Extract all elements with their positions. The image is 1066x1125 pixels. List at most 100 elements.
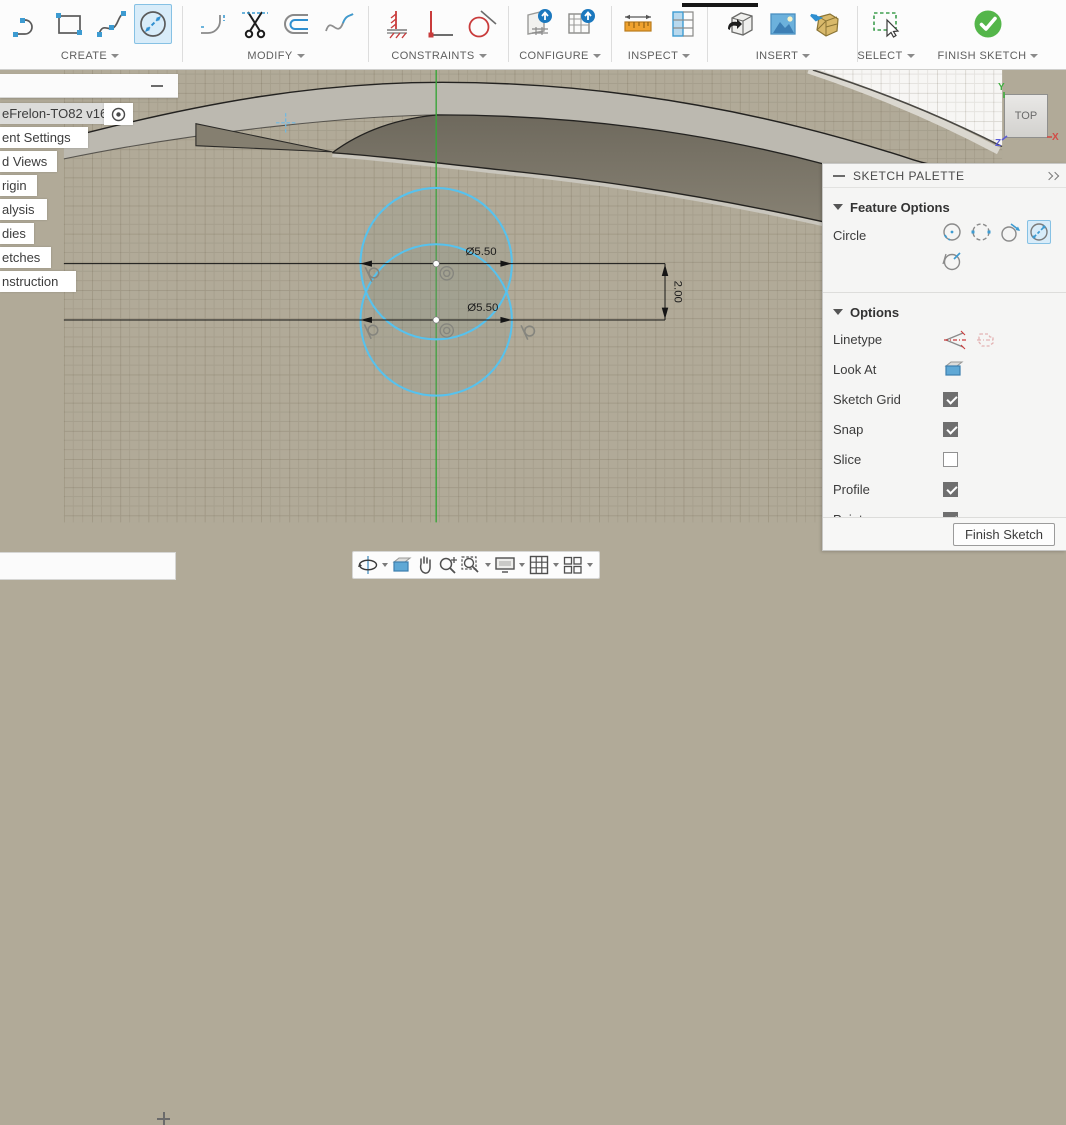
section-analysis-button[interactable] bbox=[661, 4, 699, 44]
dock-chevrons-icon[interactable] bbox=[1046, 172, 1060, 181]
zoom-button[interactable] bbox=[437, 553, 459, 577]
sketch-grid-checkbox[interactable] bbox=[943, 392, 958, 407]
look-at-button[interactable] bbox=[943, 359, 965, 384]
constraints-menu[interactable]: CONSTRAINTS bbox=[372, 48, 506, 64]
toolbar-group-inspect: INSPECT bbox=[613, 0, 705, 70]
finish-sketch-button[interactable]: Finish Sketch bbox=[953, 523, 1055, 546]
pan-hand-icon bbox=[414, 554, 436, 576]
trim-button[interactable] bbox=[236, 4, 274, 44]
fillet-button[interactable] bbox=[194, 4, 232, 44]
sidebar-item-named-views[interactable]: d Views bbox=[0, 151, 57, 172]
three-tangent-circle-button[interactable] bbox=[940, 249, 964, 273]
toolbar-group-select: SELECT bbox=[858, 0, 914, 70]
sidebar-item-document-settings[interactable]: ent Settings bbox=[0, 127, 88, 148]
offset-button[interactable] bbox=[278, 4, 316, 44]
chevron-down-icon[interactable] bbox=[485, 563, 491, 567]
center-diameter-circle-button[interactable] bbox=[940, 220, 964, 244]
finish-sketch-menu[interactable]: FINISH SKETCH bbox=[922, 48, 1054, 64]
chevron-down-icon[interactable] bbox=[382, 563, 388, 567]
zoom-window-button[interactable] bbox=[460, 553, 482, 577]
panel-title: SKETCH PALETTE bbox=[853, 169, 964, 183]
inspect-menu[interactable]: INSPECT bbox=[613, 48, 705, 64]
tangent-constraint-button[interactable] bbox=[462, 4, 500, 44]
dimension-label-circle2[interactable]: Ø5.50 bbox=[467, 302, 498, 314]
sidebar-item-construction[interactable]: nstruction bbox=[0, 271, 76, 292]
grid-settings-button[interactable] bbox=[528, 553, 550, 577]
centerline-linetype-icon bbox=[974, 329, 998, 351]
centerline-linetype-button[interactable] bbox=[974, 329, 998, 356]
measure-button[interactable] bbox=[619, 4, 657, 44]
sidebar-item-analysis[interactable]: alysis bbox=[0, 199, 47, 220]
activate-component-box[interactable] bbox=[104, 103, 133, 125]
look-at-row: Look At bbox=[823, 355, 1066, 385]
navigation-toolbar bbox=[352, 551, 600, 579]
toolbar-separator bbox=[182, 6, 183, 62]
look-at-icon bbox=[943, 359, 965, 379]
options-section-header[interactable]: Options bbox=[823, 299, 1066, 325]
spline-edit-button[interactable] bbox=[320, 4, 358, 44]
zoom-icon bbox=[437, 554, 459, 576]
profile-checkbox[interactable] bbox=[943, 482, 958, 497]
fixed-constraint-icon bbox=[380, 7, 414, 41]
line-tool-button[interactable] bbox=[8, 4, 46, 44]
configuration-table-button[interactable] bbox=[562, 4, 600, 44]
center-point-bottom[interactable] bbox=[433, 317, 439, 323]
viewports-button[interactable] bbox=[562, 553, 584, 577]
chevron-down-icon[interactable] bbox=[553, 563, 559, 567]
insert-menu[interactable]: INSERT bbox=[710, 48, 856, 64]
dimension-label-circle1[interactable]: Ø5.50 bbox=[465, 246, 496, 258]
chevron-down-icon bbox=[111, 54, 119, 58]
insert-derive-button[interactable] bbox=[722, 4, 760, 44]
sidebar-item-bodies[interactable]: dies bbox=[0, 223, 34, 244]
configure-menu[interactable]: CONFIGURE bbox=[511, 48, 609, 64]
chevron-down-icon[interactable] bbox=[519, 563, 525, 567]
toolbar-separator bbox=[611, 6, 612, 62]
select-button[interactable] bbox=[867, 4, 905, 44]
two-tangent-circle-button[interactable] bbox=[1027, 220, 1051, 244]
collapse-minus-icon[interactable] bbox=[833, 175, 845, 177]
orbit-button[interactable] bbox=[357, 553, 379, 577]
sidebar-item-origin[interactable]: rigin bbox=[0, 175, 37, 196]
configuration-button[interactable] bbox=[520, 4, 558, 44]
collapse-minus-icon[interactable] bbox=[151, 85, 163, 87]
canvas-image-button[interactable] bbox=[764, 4, 802, 44]
timeline-bar[interactable] bbox=[0, 552, 176, 580]
expand-plus-icon[interactable] bbox=[157, 1112, 170, 1125]
center-point-top[interactable] bbox=[433, 260, 439, 266]
create-menu[interactable]: CREATE bbox=[0, 48, 180, 64]
spline-tool-icon bbox=[94, 7, 128, 41]
slice-checkbox[interactable] bbox=[943, 452, 958, 467]
sidebar-item-root-document[interactable]: eFrelon-TO82 v16 bbox=[0, 103, 104, 124]
toolbar-group-insert: INSERT bbox=[710, 0, 856, 70]
toolbar-group-modify: MODIFY bbox=[186, 0, 366, 70]
circle-type-row: Circle bbox=[823, 220, 1066, 288]
circle-tool-button[interactable] bbox=[134, 4, 172, 44]
palette-footer: Finish Sketch bbox=[823, 517, 1066, 550]
toolbar-group-create: CREATE bbox=[0, 0, 180, 70]
fixed-constraint-button[interactable] bbox=[378, 4, 416, 44]
dimension-label-distance[interactable]: 2.00 bbox=[672, 281, 684, 303]
selection-box-icon bbox=[869, 7, 903, 41]
look-at-button[interactable] bbox=[391, 553, 413, 577]
finish-sketch-button[interactable] bbox=[969, 4, 1007, 44]
two-point-circle-button[interactable] bbox=[969, 220, 993, 244]
select-menu[interactable]: SELECT bbox=[858, 48, 914, 64]
vertical-horizontal-constraint-button[interactable] bbox=[420, 4, 458, 44]
feature-options-section-header[interactable]: Feature Options bbox=[823, 194, 1066, 220]
rectangle-tool-button[interactable] bbox=[50, 4, 88, 44]
spline-tool-button[interactable] bbox=[92, 4, 130, 44]
display-settings-button[interactable] bbox=[494, 553, 516, 577]
three-point-circle-button[interactable] bbox=[998, 220, 1022, 244]
sidebar-item-sketches[interactable]: etches bbox=[0, 247, 51, 268]
circle-tool-icon bbox=[136, 7, 170, 41]
pan-button[interactable] bbox=[414, 553, 436, 577]
canvas-image-icon bbox=[766, 7, 800, 41]
sketch-palette-header[interactable]: SKETCH PALETTE bbox=[823, 164, 1066, 188]
chevron-down-icon[interactable] bbox=[587, 563, 593, 567]
browser-header-bar[interactable] bbox=[0, 74, 178, 98]
chevron-down-icon bbox=[479, 54, 487, 58]
modify-menu[interactable]: MODIFY bbox=[186, 48, 366, 64]
snap-checkbox[interactable] bbox=[943, 422, 958, 437]
construction-linetype-button[interactable] bbox=[943, 329, 967, 356]
insert-mesh-button[interactable] bbox=[806, 4, 844, 44]
